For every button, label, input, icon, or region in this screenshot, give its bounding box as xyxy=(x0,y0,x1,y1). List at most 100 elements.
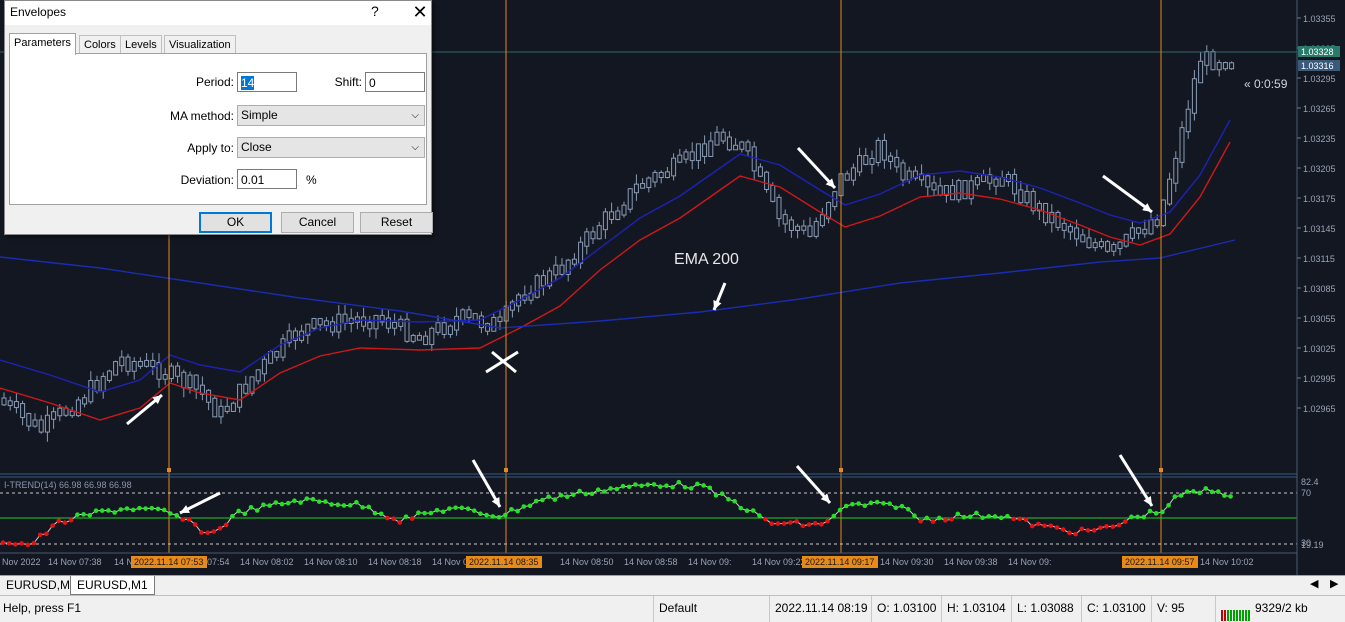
candle-body xyxy=(999,177,1005,187)
itrend-dot xyxy=(645,482,651,487)
candle-body xyxy=(609,211,615,220)
itrend-dot xyxy=(304,496,310,501)
candle-body xyxy=(671,157,677,177)
itrend-dot xyxy=(385,515,390,521)
itrend-dot xyxy=(688,486,694,491)
itrend-dot xyxy=(285,500,291,506)
candle-body xyxy=(1086,237,1092,249)
itrend-dot xyxy=(812,520,818,526)
itrend-dot xyxy=(50,523,55,528)
shift-input[interactable]: 0 xyxy=(365,72,425,92)
itrend-dot xyxy=(1184,489,1190,494)
itrend-dot xyxy=(1141,514,1147,520)
candle-body xyxy=(937,185,943,196)
period-input[interactable]: 14 xyxy=(237,72,297,92)
candle-body xyxy=(317,318,323,326)
reset-button[interactable]: Reset xyxy=(360,212,433,233)
itrend-dot xyxy=(874,499,880,505)
itrend-dot xyxy=(1191,489,1196,494)
tab-colors[interactable]: Colors xyxy=(79,35,121,54)
apply-to-select[interactable]: Close ⌵ xyxy=(237,137,425,158)
scroll-right-icon[interactable]: ▶ xyxy=(1330,577,1338,590)
tab-parameters[interactable]: Parameters xyxy=(9,33,76,55)
close-icon[interactable]: ✕ xyxy=(409,1,431,23)
itrend-dot xyxy=(819,522,824,527)
itrend-dot xyxy=(732,498,737,504)
time-highlight-label: 2022.11.14 09:17 xyxy=(805,557,874,567)
period-label: Period: xyxy=(195,75,234,89)
itrend-dot xyxy=(186,517,192,522)
tab-levels[interactable]: Levels xyxy=(120,35,162,54)
candle-body xyxy=(336,313,342,333)
time-highlight-label: 2022.11.14 09:57 xyxy=(1125,557,1194,567)
candle-body xyxy=(733,144,739,151)
itrend-dot xyxy=(56,518,62,524)
cancel-button[interactable]: Cancel xyxy=(281,212,354,233)
time-highlight-label: 2022.11.14 07:53 xyxy=(134,557,203,567)
candle-body xyxy=(1012,173,1018,195)
itrend-dot xyxy=(577,488,582,494)
candle-body xyxy=(621,204,627,216)
itrend-dot xyxy=(112,510,117,515)
itrend-dot xyxy=(130,507,136,513)
ma-method-select[interactable]: Simple ⌵ xyxy=(237,105,425,126)
candle-body xyxy=(776,196,782,220)
itrend-dot xyxy=(1017,516,1023,522)
itrend-dot xyxy=(1098,525,1103,531)
scroll-left-icon[interactable]: ◀ xyxy=(1310,577,1318,590)
candle-body xyxy=(788,219,794,231)
itrend-dot xyxy=(1011,516,1016,522)
itrend-dot xyxy=(831,513,837,519)
itrend-dot xyxy=(564,494,570,499)
candle-body xyxy=(819,214,825,227)
candle-body xyxy=(1216,62,1222,71)
candle-body xyxy=(1005,173,1011,183)
candle-body xyxy=(726,136,732,151)
itrend-level-label: 82.4 xyxy=(1301,477,1319,487)
candle-body xyxy=(807,225,813,237)
price-label: 1.02995 xyxy=(1303,374,1336,384)
chevron-down-icon: ⌵ xyxy=(411,142,419,153)
candle-body xyxy=(801,225,807,231)
deviation-input[interactable]: 0.01 xyxy=(237,169,297,189)
connection-icon xyxy=(1221,597,1251,621)
itrend-dot xyxy=(434,507,440,513)
itrend-dot xyxy=(174,512,179,518)
bid-price-label: 1.03328 xyxy=(1301,47,1334,57)
candle-body xyxy=(1167,178,1173,205)
candle-body xyxy=(1229,62,1235,70)
itrend-dot xyxy=(515,508,520,514)
candle-body xyxy=(280,338,286,358)
itrend-dot xyxy=(664,483,669,489)
itrend-dot xyxy=(775,521,781,526)
ok-button[interactable]: OK xyxy=(199,212,272,233)
itrend-dot xyxy=(943,518,948,523)
candle-body xyxy=(981,174,987,183)
help-icon[interactable]: ? xyxy=(371,3,379,19)
time-label: 14 Nov 08:02 xyxy=(240,557,294,567)
tab-visualization[interactable]: Visualization xyxy=(164,35,236,54)
itrend-level-label: 70 xyxy=(1301,488,1311,498)
candle-body xyxy=(212,397,218,418)
itrend-dot xyxy=(707,485,713,491)
itrend-dot xyxy=(1042,523,1047,529)
itrend-dot xyxy=(639,483,644,489)
candle-body xyxy=(770,185,776,202)
candle-body xyxy=(261,358,267,375)
symbol-tab-active[interactable]: EURUSD,M1 xyxy=(70,576,155,595)
itrend-dot xyxy=(602,489,607,494)
candle-body xyxy=(677,154,683,163)
candle-body xyxy=(633,183,639,194)
candle-body xyxy=(392,321,398,329)
status-high: H: 1.03104 xyxy=(941,596,1011,622)
itrend-dot xyxy=(1153,511,1159,516)
itrend-dot xyxy=(552,497,558,502)
itrend-dot xyxy=(992,514,998,519)
candle-body xyxy=(962,180,968,200)
itrend-dot xyxy=(230,513,235,519)
status-profile: Default xyxy=(653,596,769,622)
price-label: 1.03295 xyxy=(1303,74,1336,84)
itrend-dot xyxy=(13,542,18,547)
price-label: 1.03355 xyxy=(1303,14,1336,24)
status-help: Help, press F1 xyxy=(3,601,82,615)
